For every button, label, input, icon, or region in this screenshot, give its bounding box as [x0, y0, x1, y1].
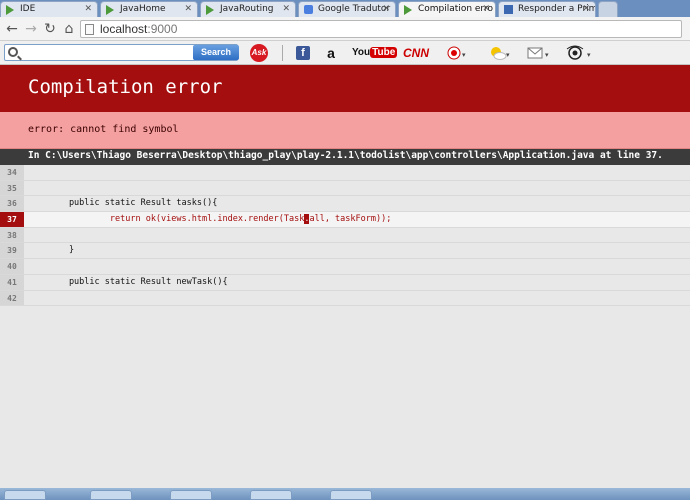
page-icon — [504, 5, 513, 14]
toolbar-search-input[interactable]: Search — [4, 44, 239, 61]
svg-text:▾: ▾ — [462, 51, 466, 59]
error-code-line: 37 return ok(views.html.index.render(Tas… — [0, 212, 690, 228]
code-line: 42 — [0, 290, 690, 307]
error-message: error: cannot find symbol — [28, 124, 179, 135]
flag-icon[interactable]: ▾ — [446, 44, 468, 62]
close-icon[interactable]: ✕ — [184, 2, 192, 16]
code-line: 38 — [0, 227, 690, 244]
tab-strip: IDE ✕ JavaHome ✕ JavaRouting ✕ Google Tr… — [0, 0, 690, 17]
tab-compilation-error[interactable]: Compilation erro ✕ — [398, 1, 496, 17]
play-icon — [106, 5, 115, 15]
close-icon[interactable]: ✕ — [482, 2, 490, 16]
weather-icon[interactable]: ▾ — [488, 44, 512, 62]
code-line: 35 — [0, 180, 690, 197]
url-text: localhost:9000 — [100, 22, 178, 36]
code-line: 34 — [0, 165, 690, 181]
code-line: 36 public static Result tasks(){ — [0, 196, 690, 213]
taskbar-start-button[interactable] — [4, 490, 46, 500]
code-line: 39 } — [0, 243, 690, 260]
error-location: In C:\Users\Thiago Beserra\Desktop\thiag… — [28, 150, 663, 161]
eye-icon[interactable]: ▾ — [565, 44, 595, 62]
tab-responder[interactable]: Responder a Prim ✕ — [498, 1, 596, 17]
page-title: Compilation error — [28, 76, 223, 98]
search-icon — [8, 47, 18, 57]
svg-text:▾: ▾ — [587, 51, 591, 59]
error-location-bar: In C:\Users\Thiago Beserra\Desktop\thiag… — [0, 149, 690, 165]
source-code: 34 35 36 public static Result tasks(){ 3… — [0, 165, 690, 307]
address-toolbar: ← → ↻ ⌂ localhost:9000 — [0, 17, 690, 41]
tab-javahome[interactable]: JavaHome ✕ — [100, 1, 198, 17]
line-number: 38 — [0, 227, 24, 243]
page-content: Compilation error error: cannot find sym… — [0, 65, 690, 488]
line-number: 42 — [0, 290, 24, 306]
ask-icon[interactable]: Ask — [250, 44, 268, 62]
code-text: public static Result newTask(){ — [28, 276, 228, 287]
code-text: return ok(views.html.index.render(Task.a… — [28, 214, 392, 225]
taskbar-item[interactable] — [170, 490, 212, 500]
cnn-icon[interactable]: CNN — [403, 44, 429, 62]
tab-javarouting[interactable]: JavaRouting ✕ — [200, 1, 296, 17]
tab-label: JavaHome — [120, 4, 166, 14]
taskbar-item[interactable] — [90, 490, 132, 500]
home-button[interactable]: ⌂ — [60, 20, 78, 38]
translate-icon — [304, 5, 313, 14]
line-number: 37 — [0, 212, 24, 227]
line-number: 40 — [0, 259, 24, 274]
line-number: 36 — [0, 196, 24, 212]
play-icon — [6, 5, 15, 15]
play-icon — [404, 5, 413, 15]
line-number: 35 — [0, 180, 24, 196]
tab-label: JavaRouting — [220, 4, 274, 14]
new-tab-button[interactable] — [598, 1, 618, 17]
code-line: 40 — [0, 259, 690, 275]
svg-text:▾: ▾ — [545, 51, 549, 59]
address-bar[interactable]: localhost:9000 — [80, 20, 682, 38]
line-number: 34 — [0, 165, 24, 180]
code-text: public static Result tasks(){ — [28, 198, 218, 209]
error-header: Compilation error — [0, 65, 690, 112]
error-message-box: error: cannot find symbol — [0, 112, 690, 149]
back-button[interactable]: ← — [3, 20, 21, 38]
page-icon — [85, 24, 94, 35]
close-icon[interactable]: ✕ — [282, 2, 290, 16]
tab-ide[interactable]: IDE ✕ — [0, 1, 98, 17]
svg-text:▾: ▾ — [506, 51, 510, 59]
close-icon[interactable]: ✕ — [382, 2, 390, 16]
youtube-icon[interactable]: You Tube — [352, 44, 398, 62]
facebook-icon[interactable]: f — [296, 46, 310, 60]
play-icon — [206, 5, 215, 15]
line-number: 41 — [0, 274, 24, 290]
taskbar-item[interactable] — [250, 490, 292, 500]
close-icon[interactable]: ✕ — [582, 2, 590, 16]
search-button[interactable]: Search — [193, 45, 239, 60]
tab-google-tradutor[interactable]: Google Tradutor ✕ — [298, 1, 396, 17]
extension-toolbar: Search Ask f a You Tube CNN ▾ ▾ ▾ ▾ — [0, 41, 690, 65]
code-line: 41 public static Result newTask(){ — [0, 274, 690, 291]
line-number: 39 — [0, 243, 24, 259]
reload-button[interactable]: ↻ — [41, 20, 59, 38]
forward-button[interactable]: → — [22, 20, 40, 38]
tab-label: Google Tradutor — [318, 4, 391, 14]
code-text: } — [28, 245, 75, 256]
amazon-icon[interactable]: a — [324, 44, 338, 62]
taskbar — [0, 488, 690, 500]
close-icon[interactable]: ✕ — [84, 2, 92, 16]
tab-label: IDE — [20, 4, 36, 14]
mail-icon[interactable]: ▾ — [527, 44, 551, 62]
taskbar-item[interactable] — [330, 490, 372, 500]
toolbar-divider — [282, 45, 283, 61]
